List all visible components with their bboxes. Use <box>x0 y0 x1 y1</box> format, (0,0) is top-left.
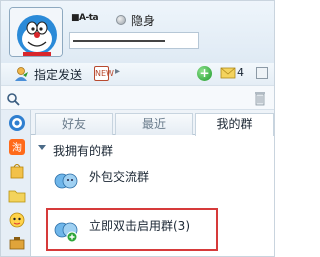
group-section-header[interactable]: 我拥有的群 <box>53 142 113 159</box>
list-item[interactable]: 立即双击启用群(3) <box>89 217 190 234</box>
search-icon[interactable] <box>6 92 20 106</box>
qq-main-panel: ■A-ta 隐身 指定发送 NEW ▸ + 4 淘 好友 最近 我的群 我拥有的… <box>0 0 275 257</box>
trash-icon[interactable] <box>253 90 267 106</box>
left-rail: 淘 <box>1 110 31 256</box>
status-label[interactable]: 隐身 <box>131 12 155 29</box>
signature-field[interactable] <box>69 32 199 49</box>
qq-zone-icon[interactable] <box>8 114 26 132</box>
group-avatar-icon <box>54 222 78 243</box>
tab-friends[interactable]: 好友 <box>35 113 113 135</box>
avatar[interactable] <box>9 7 63 57</box>
tab-bar: 好友 最近 我的群 <box>31 110 274 136</box>
list-item[interactable]: 外包交流群 <box>89 168 149 185</box>
mail-count: 4 <box>237 66 244 79</box>
apps-grid-icon[interactable] <box>256 67 268 79</box>
pet-icon[interactable] <box>8 210 26 228</box>
calendar-icon[interactable]: NEW <box>94 66 114 81</box>
mail-icon[interactable] <box>220 65 236 80</box>
toolbar: 指定发送 NEW ▸ + 4 <box>1 63 274 85</box>
collapse-caret-icon[interactable] <box>38 145 46 150</box>
add-icon[interactable]: + <box>197 66 212 81</box>
send-to-icon[interactable] <box>13 66 29 82</box>
group-list: 我拥有的群 外包交流群 立即双击启用群(3) <box>31 136 274 256</box>
search-bar <box>1 85 274 110</box>
search-input[interactable] <box>23 90 245 106</box>
tab-my-groups[interactable]: 我的群 <box>195 113 274 136</box>
svg-text:淘: 淘 <box>12 141 22 154</box>
taobao-icon[interactable]: 淘 <box>8 138 26 156</box>
signature-text <box>73 40 165 42</box>
profile-header: ■A-ta 隐身 <box>1 1 274 63</box>
nickname: ■A-ta <box>71 13 99 23</box>
send-to-button[interactable]: 指定发送 <box>34 66 82 83</box>
status-indicator-icon[interactable] <box>116 15 126 25</box>
chevron-right-icon[interactable]: ▸ <box>115 66 120 77</box>
tools-icon[interactable] <box>8 234 26 252</box>
group-avatar-icon <box>54 173 78 189</box>
folder-icon[interactable] <box>8 186 26 204</box>
shopping-bag-icon[interactable] <box>8 162 26 180</box>
tab-recent[interactable]: 最近 <box>115 113 193 135</box>
